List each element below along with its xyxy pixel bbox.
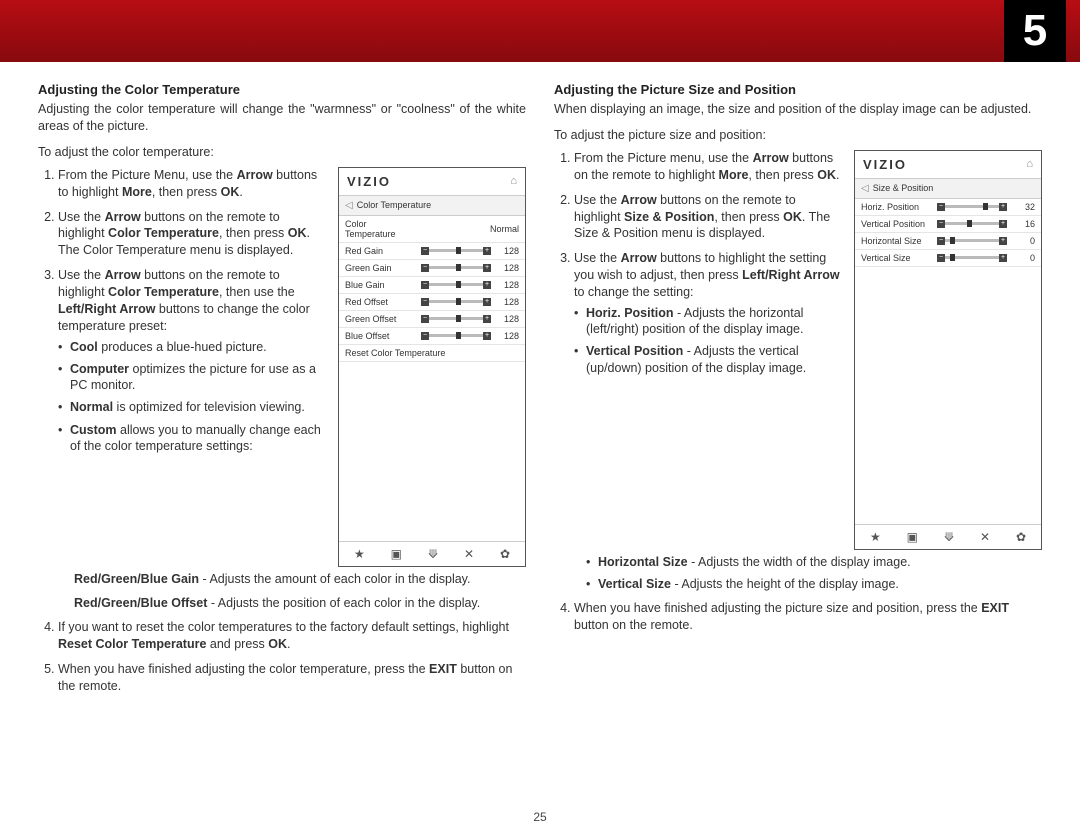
menu-row: Color TemperatureNormal — [339, 216, 525, 243]
rect-icon: ▣ — [391, 547, 402, 561]
left-title: Adjusting the Color Temperature — [38, 82, 526, 97]
star-icon: ★ — [354, 547, 365, 561]
home-icon: ⌂ — [1026, 158, 1033, 170]
right-intro: When displaying an image, the size and p… — [554, 101, 1042, 118]
left-lead: To adjust the color temperature: — [38, 145, 526, 159]
vizio-footer: ★ ▣ ⟱ ✕ ✿ — [855, 524, 1041, 549]
right-title: Adjusting the Picture Size and Position — [554, 82, 1042, 97]
down-icon: ⟱ — [428, 547, 438, 561]
menu-row: Blue Gain−+128 — [339, 277, 525, 294]
page-content: Adjusting the Color Temperature Adjustin… — [0, 62, 1080, 703]
right-column: Adjusting the Picture Size and Position … — [554, 82, 1042, 703]
vizio-reset-row: Reset Color Temperature — [339, 345, 525, 362]
bullet-horiz-size: Horizontal Size - Adjusts the width of t… — [586, 554, 1042, 570]
back-icon: ◁ — [345, 200, 353, 211]
gear-icon: ✿ — [500, 547, 510, 561]
gear-icon: ✿ — [1016, 530, 1026, 544]
bullet-normal: Normal is optimized for television viewi… — [58, 399, 326, 415]
bullet-custom: Custom allows you to manually change eac… — [58, 422, 326, 455]
menu-row: Green Gain−+128 — [339, 260, 525, 277]
right-extra-bullets: Horizontal Size - Adjusts the width of t… — [554, 554, 1042, 593]
back-icon: ◁ — [861, 183, 869, 194]
left-step-2: Use the Arrow buttons on the remote to h… — [58, 209, 326, 260]
left-intro: Adjusting the color temperature will cha… — [38, 101, 526, 135]
vizio-size-pos-menu: VIZIO ⌂ ◁ Size & Position Horiz. Positio… — [854, 150, 1042, 550]
left-step-5: When you have finished adjusting the col… — [58, 661, 526, 695]
vizio-color-temp-menu: VIZIO ⌂ ◁ Color Temperature Color Temper… — [338, 167, 526, 567]
gain-offset-notes: Red/Green/Blue Gain - Adjusts the amount… — [38, 571, 526, 612]
menu-row: Horiz. Position−+32 — [855, 199, 1041, 216]
vizio-logo: VIZIO — [863, 157, 907, 172]
page-number: 25 — [0, 810, 1080, 824]
left-steps-4-5: If you want to reset the color temperatu… — [38, 619, 526, 695]
bullet-cool: Cool produces a blue-hued picture. — [58, 339, 326, 355]
menu-row: Red Gain−+128 — [339, 243, 525, 260]
bullet-computer: Computer optimizes the picture for use a… — [58, 361, 326, 394]
vizio-breadcrumb: ◁ Color Temperature — [339, 196, 525, 216]
menu-row: Vertical Size−+0 — [855, 250, 1041, 267]
right-lead: To adjust the picture size and position: — [554, 128, 1042, 142]
menu-row: Horizontal Size−+0 — [855, 233, 1041, 250]
right-step-2: Use the Arrow buttons on the remote to h… — [574, 192, 842, 243]
right-steps-1-3: From the Picture menu, use the Arrow but… — [554, 150, 842, 376]
vizio-footer: ★ ▣ ⟱ ✕ ✿ — [339, 541, 525, 566]
vizio-ct-rows: Color TemperatureNormalRed Gain−+128Gree… — [339, 216, 525, 345]
menu-row: Vertical Position−+16 — [855, 216, 1041, 233]
rect-icon: ▣ — [907, 530, 918, 544]
left-column: Adjusting the Color Temperature Adjustin… — [38, 82, 526, 703]
down-icon: ⟱ — [944, 530, 954, 544]
menu-row: Blue Offset−+128 — [339, 328, 525, 345]
left-step-4: If you want to reset the color temperatu… — [58, 619, 526, 653]
header-band: 5 — [0, 0, 1080, 62]
left-step-3: Use the Arrow buttons on the remote to h… — [58, 267, 326, 454]
bullet-vert-pos: Vertical Position - Adjusts the vertical… — [574, 343, 842, 376]
chapter-tab: 5 — [1004, 0, 1066, 62]
vizio-logo: VIZIO — [347, 174, 391, 189]
vizio-breadcrumb: ◁ Size & Position — [855, 179, 1041, 199]
close-icon: ✕ — [980, 530, 990, 544]
left-steps-1-3: From the Picture Menu, use the Arrow but… — [38, 167, 326, 454]
menu-row: Red Offset−+128 — [339, 294, 525, 311]
menu-row: Green Offset−+128 — [339, 311, 525, 328]
home-icon: ⌂ — [510, 175, 517, 187]
bullet-vert-size: Vertical Size - Adjusts the height of th… — [586, 576, 1042, 592]
vizio-sp-rows: Horiz. Position−+32Vertical Position−+16… — [855, 199, 1041, 267]
left-step-1: From the Picture Menu, use the Arrow but… — [58, 167, 326, 201]
right-step-4: When you have finished adjusting the pic… — [574, 600, 1042, 634]
right-steps-4: When you have finished adjusting the pic… — [554, 600, 1042, 634]
right-step-1: From the Picture menu, use the Arrow but… — [574, 150, 842, 184]
bullet-horiz-pos: Horiz. Position - Adjusts the horizontal… — [574, 305, 842, 338]
star-icon: ★ — [870, 530, 881, 544]
right-step-3: Use the Arrow buttons to highlight the s… — [574, 250, 842, 376]
close-icon: ✕ — [464, 547, 474, 561]
